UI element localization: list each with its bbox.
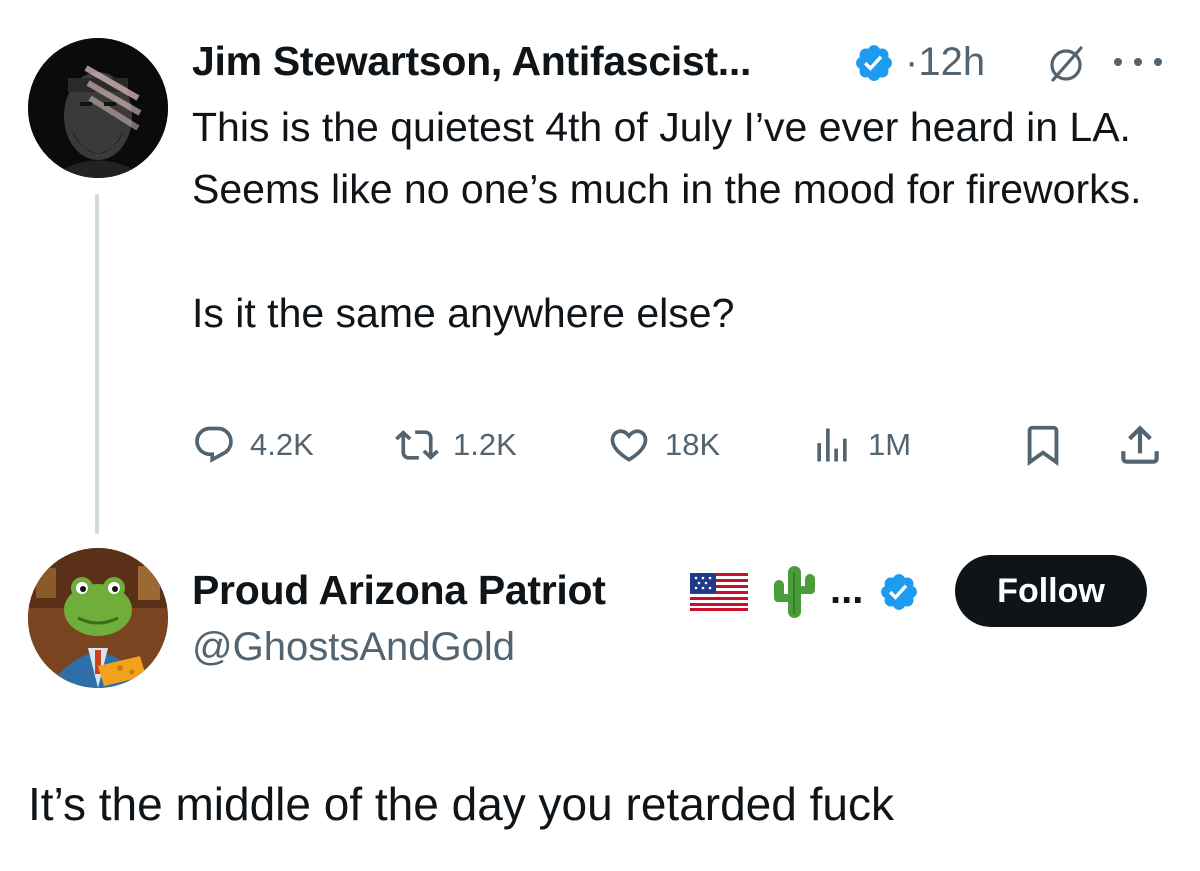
repost-icon bbox=[395, 430, 439, 460]
thread-connector-line bbox=[95, 194, 99, 534]
frog-cartoon-avatar-icon bbox=[28, 548, 168, 688]
grok-icon[interactable] bbox=[1045, 42, 1089, 86]
repost-button[interactable]: 1.2K bbox=[395, 420, 517, 470]
reply-author-avatar[interactable] bbox=[28, 548, 168, 688]
repost-count: 1.2K bbox=[453, 427, 517, 462]
reply-author-handle[interactable]: @GhostsAndGold bbox=[192, 625, 515, 670]
author-avatar[interactable] bbox=[28, 38, 168, 178]
heart-icon bbox=[610, 429, 648, 462]
verified-badge-icon[interactable] bbox=[878, 571, 920, 613]
tweet-text: This is the quietest 4th of July I’ve ev… bbox=[192, 104, 1142, 336]
portrait-avatar-icon bbox=[28, 38, 168, 178]
reply-text: It’s the middle of the day you retarded … bbox=[28, 778, 894, 830]
name-truncation-ellipsis: ... bbox=[830, 568, 864, 612]
tweet-time: 12h bbox=[918, 40, 986, 84]
reply-count: 4.2K bbox=[250, 427, 314, 462]
tweet-timestamp[interactable]: ·12h bbox=[905, 40, 985, 85]
cactus-icon bbox=[774, 566, 815, 618]
reply-icon bbox=[195, 426, 233, 463]
verified-badge-icon[interactable] bbox=[853, 42, 895, 84]
share-icon[interactable] bbox=[1115, 420, 1165, 470]
us-flag-icon bbox=[690, 573, 748, 611]
author-name[interactable]: Jim Stewartson, Antifascist... bbox=[192, 38, 751, 85]
views-chart-icon bbox=[817, 428, 847, 462]
reply-button[interactable]: 4.2K bbox=[192, 420, 314, 470]
like-button[interactable]: 18K bbox=[607, 420, 720, 470]
like-count: 18K bbox=[665, 427, 721, 462]
separator-dot: · bbox=[905, 40, 919, 84]
bookmark-icon[interactable] bbox=[1020, 422, 1066, 468]
reply-author-name[interactable]: Proud Arizona Patriot bbox=[192, 567, 606, 614]
views-count: 1M bbox=[868, 427, 912, 462]
more-options-icon[interactable] bbox=[1110, 56, 1166, 68]
follow-button[interactable]: Follow bbox=[955, 555, 1147, 627]
views-button[interactable]: 1M bbox=[810, 420, 911, 470]
